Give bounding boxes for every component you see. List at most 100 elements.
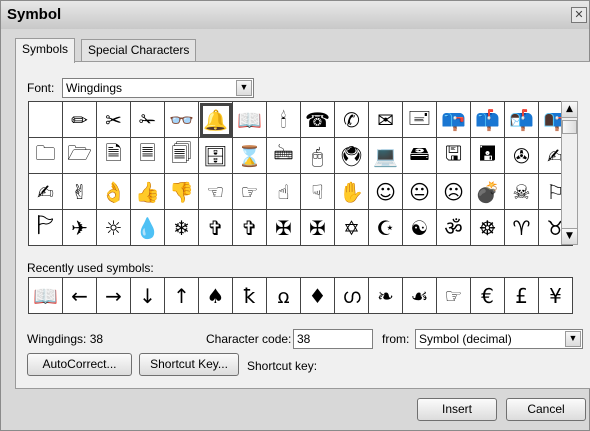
scroll-up-icon[interactable]: ▲ (562, 102, 577, 118)
recent-symbol-cell[interactable]: £ (505, 278, 539, 314)
symbol-cell[interactable]: 🗎 (97, 138, 131, 174)
from-label: from: (382, 332, 410, 346)
symbol-cell[interactable]: 🖪 (471, 138, 505, 174)
symbol-cell[interactable]: ☞ (233, 174, 267, 210)
chevron-down-icon[interactable]: ▼ (236, 80, 252, 96)
symbol-cell[interactable]: ✉ (369, 102, 403, 138)
tab-special-characters[interactable]: Special Characters (81, 39, 197, 62)
symbol-cell[interactable]: 👎 (165, 174, 199, 210)
char-code-input[interactable]: 38 (293, 329, 373, 349)
chevron-down-icon[interactable]: ▼ (565, 331, 581, 347)
insert-button[interactable]: Insert (417, 398, 497, 421)
symbol-cell[interactable]: ☠ (505, 174, 539, 210)
symbol-cell[interactable]: ✠ (267, 210, 301, 246)
symbol-cell[interactable]: 📖 (233, 102, 267, 138)
symbol-cell[interactable]: 🗀 (29, 138, 63, 174)
symbol-cell[interactable]: 📪 (437, 102, 471, 138)
symbol-cell[interactable]: 🖮 (267, 138, 301, 174)
autocorrect-button[interactable]: AutoCorrect... (27, 353, 132, 376)
symbol-cell[interactable]: 🗏 (131, 138, 165, 174)
recent-symbol-cell[interactable]: ¥ (539, 278, 573, 314)
font-value: Wingdings (66, 81, 123, 95)
scroll-thumb[interactable] (562, 120, 577, 134)
symbol-cell[interactable]: 🖲 (335, 138, 369, 174)
symbol-cell[interactable]: 👌 (97, 174, 131, 210)
symbol-cell[interactable]: ☯ (403, 210, 437, 246)
recent-symbol-cell[interactable]: ↑ (165, 278, 199, 314)
cancel-button[interactable]: Cancel (506, 398, 586, 421)
recent-symbols-label: Recently used symbols: (27, 261, 154, 275)
symbol-cell[interactable]: ☪ (369, 210, 403, 246)
recent-symbol-cell[interactable]: ☞ (437, 278, 471, 314)
symbol-cell[interactable]: ✠ (301, 210, 335, 246)
symbol-cell[interactable]: ☺ (369, 174, 403, 210)
symbol-cell[interactable]: 👍 (131, 174, 165, 210)
symbol-cell[interactable]: 🖫 (437, 138, 471, 174)
recent-symbol-cell[interactable]: € (471, 278, 505, 314)
char-code-label: Character code: (206, 332, 292, 346)
symbol-dialog: Symbol ✕ Symbols Special Characters Font… (0, 0, 590, 431)
symbol-cell[interactable]: 💻 (369, 138, 403, 174)
tab-symbols[interactable]: Symbols (15, 38, 76, 63)
symbol-cell[interactable]: ✂ (97, 102, 131, 138)
symbol-cell[interactable]: ✆ (335, 102, 369, 138)
symbol-cell[interactable]: ☎ (301, 102, 335, 138)
recent-symbol-cell[interactable]: ☙ (403, 278, 437, 314)
recent-symbol-cell[interactable]: ❧ (369, 278, 403, 314)
recent-symbol-cell[interactable]: ♠ (199, 278, 233, 314)
recent-symbol-cell[interactable]: ↓ (131, 278, 165, 314)
symbol-cell[interactable]: ✇ (505, 138, 539, 174)
symbol-cell[interactable]: 📫 (471, 102, 505, 138)
recent-symbol-cell[interactable]: ഗ (335, 278, 369, 314)
symbol-cell[interactable]: 🖃 (403, 102, 437, 138)
symbol-cell[interactable]: 💣 (471, 174, 505, 210)
symbol-cell[interactable]: ⌛ (233, 138, 267, 174)
recent-symbol-cell[interactable]: → (97, 278, 131, 314)
symbol-cell[interactable]: 🗁 (63, 138, 97, 174)
symbol-cell[interactable]: 🗐 (165, 138, 199, 174)
tab-special-characters-label: Special Characters (88, 43, 190, 57)
symbol-cell[interactable]: ❄ (165, 210, 199, 246)
symbol-cell[interactable]: 💧 (131, 210, 165, 246)
symbol-cell[interactable]: ☸ (471, 210, 505, 246)
symbol-cell[interactable]: 🕯 (267, 102, 301, 138)
symbol-cell[interactable]: 👓 (165, 102, 199, 138)
symbol-cell[interactable]: ✋ (335, 174, 369, 210)
symbol-cell[interactable]: ॐ (437, 210, 471, 246)
symbol-cell[interactable]: ✡ (335, 210, 369, 246)
symbol-grid-scrollbar[interactable]: ▲ ▼ (561, 101, 578, 245)
dialog-title: Symbol (7, 6, 62, 23)
recent-symbol-cell[interactable]: ꭥ (267, 278, 301, 314)
symbol-cell[interactable]: ♈ (505, 210, 539, 246)
symbol-cell[interactable]: ✈ (63, 210, 97, 246)
symbol-cell[interactable]: ☟ (301, 174, 335, 210)
symbol-cell[interactable]: ✏ (63, 102, 97, 138)
recent-symbol-cell[interactable]: ← (63, 278, 97, 314)
from-value: Symbol (decimal) (419, 332, 512, 346)
font-dropdown[interactable]: Wingdings ▼ (62, 78, 254, 98)
scroll-down-icon[interactable]: ▼ (562, 228, 577, 244)
symbol-cell[interactable]: 📬 (505, 102, 539, 138)
from-dropdown[interactable]: Symbol (decimal) ▼ (415, 329, 583, 349)
symbol-cell[interactable]: 🖴 (403, 138, 437, 174)
symbol-cell[interactable]: ✞ (233, 210, 267, 246)
symbol-cell[interactable]: ☜ (199, 174, 233, 210)
symbol-cell[interactable]: 🖰 (301, 138, 335, 174)
close-icon[interactable]: ✕ (571, 7, 587, 23)
symbol-cell[interactable]: ✁ (131, 102, 165, 138)
symbol-cell[interactable]: 🏱 (29, 210, 63, 246)
symbol-cell[interactable]: 🔔 (199, 102, 233, 138)
recent-symbol-cell[interactable]: ꝁ (233, 278, 267, 314)
symbol-cell[interactable] (29, 102, 63, 138)
symbol-cell[interactable]: ✍ (29, 174, 63, 210)
symbol-cell[interactable]: ✞ (199, 210, 233, 246)
symbol-cell[interactable]: ☼ (97, 210, 131, 246)
symbol-cell[interactable]: 😐 (403, 174, 437, 210)
symbol-cell[interactable]: ☹ (437, 174, 471, 210)
shortcut-key-button[interactable]: Shortcut Key... (139, 353, 239, 376)
symbol-cell[interactable]: ✌ (63, 174, 97, 210)
recent-symbol-cell[interactable]: ♦ (301, 278, 335, 314)
symbol-cell[interactable]: 🗄 (199, 138, 233, 174)
recent-symbol-cell[interactable]: 📖 (29, 278, 63, 314)
symbol-cell[interactable]: ☝ (267, 174, 301, 210)
